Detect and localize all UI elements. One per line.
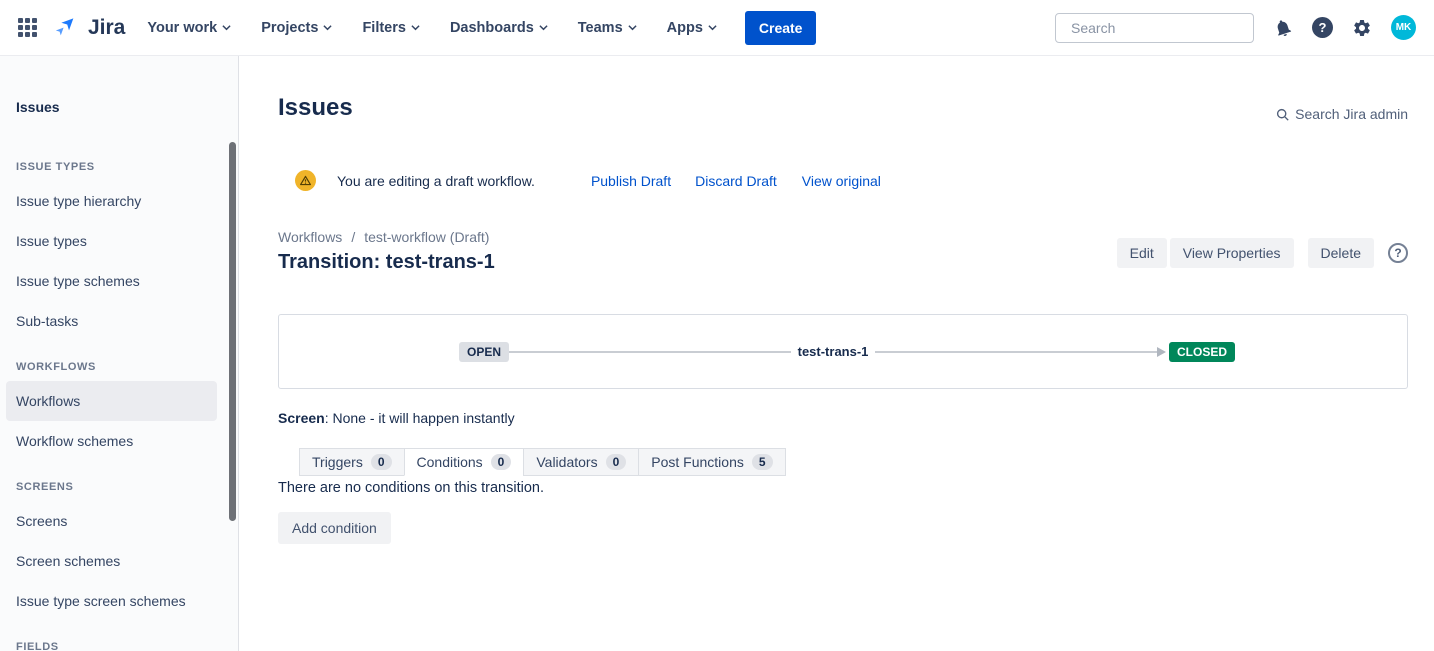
main-content: Issues Search Jira admin You are editing…: [239, 56, 1434, 651]
sidebar-item-issue-type-schemes[interactable]: Issue type schemes: [0, 261, 217, 301]
warning-icon: [295, 170, 316, 191]
jira-logo-text: Jira: [88, 16, 125, 40]
chevron-down-icon: [411, 23, 420, 32]
search-jira-admin-link[interactable]: Search Jira admin: [1276, 106, 1408, 122]
sidebar-item-screens[interactable]: Screens: [0, 501, 217, 541]
screen-info-value: : None - it will happen instantly: [325, 410, 515, 426]
chevron-down-icon: [539, 23, 548, 32]
publish-draft-link[interactable]: Publish Draft: [591, 173, 671, 189]
jira-logo[interactable]: ➤➤ Jira: [56, 15, 125, 41]
top-nav: ➤➤ Jira Your work Projects Filters Dashb…: [0, 0, 1434, 56]
nav-item-teams[interactable]: Teams: [578, 20, 637, 36]
sidebar-section-screens: SCREENS: [16, 481, 238, 493]
chevron-down-icon: [708, 23, 717, 32]
sidebar-item-issue-type-hierarchy[interactable]: Issue type hierarchy: [0, 181, 217, 221]
discard-draft-link[interactable]: Discard Draft: [695, 173, 777, 189]
transition-line: [509, 351, 791, 353]
create-button[interactable]: Create: [745, 11, 817, 45]
tab-triggers[interactable]: Triggers 0: [299, 448, 405, 476]
screen-info: Screen: None - it will happen instantly: [278, 410, 1408, 426]
search-icon: [1276, 108, 1289, 121]
nav-item-label: Dashboards: [450, 20, 534, 36]
tab-post-functions[interactable]: Post Functions 5: [638, 448, 785, 476]
view-original-link[interactable]: View original: [802, 173, 881, 189]
search-jira-admin-label: Search Jira admin: [1295, 106, 1408, 122]
help-icon[interactable]: ?: [1388, 243, 1408, 263]
arrow-head-icon: [1157, 347, 1166, 357]
sidebar-section-workflows: WORKFLOWS: [16, 361, 238, 373]
settings-gear-icon[interactable]: [1352, 18, 1372, 38]
tab-count-badge: 0: [491, 454, 512, 470]
sidebar-scrollbar[interactable]: [229, 142, 236, 521]
sidebar-item-workflow-schemes[interactable]: Workflow schemes: [0, 421, 217, 461]
add-condition-button[interactable]: Add condition: [278, 512, 391, 544]
sidebar-item-workflows[interactable]: Workflows: [6, 381, 217, 421]
transition-actions: Edit View Properties Delete ?: [1117, 238, 1408, 268]
sidebar-section-issue-types: ISSUE TYPES: [16, 161, 238, 173]
sidebar-section-fields: FIELDS: [16, 641, 238, 651]
view-properties-button[interactable]: View Properties: [1170, 238, 1294, 268]
draft-banner-message: You are editing a draft workflow.: [337, 173, 535, 189]
app-switcher-icon[interactable]: [18, 18, 37, 37]
screen-info-label: Screen: [278, 410, 325, 426]
tab-count-badge: 0: [606, 454, 627, 470]
breadcrumb-workflows-link[interactable]: Workflows: [278, 229, 342, 245]
tab-label: Conditions: [417, 454, 483, 470]
tab-label: Validators: [536, 454, 597, 470]
draft-workflow-banner: You are editing a draft workflow. Publis…: [278, 170, 1408, 191]
breadcrumb-separator: /: [351, 229, 355, 245]
help-glyph: ?: [1312, 17, 1333, 38]
primary-nav: Your work Projects Filters Dashboards Te…: [147, 20, 717, 36]
tab-count-badge: 0: [371, 454, 392, 470]
edit-button[interactable]: Edit: [1117, 238, 1167, 268]
status-open-lozenge: OPEN: [459, 342, 509, 362]
nav-item-label: Filters: [362, 20, 406, 36]
transition-name-label: test-trans-1: [798, 344, 869, 359]
transition-title: Transition: test-trans-1: [278, 251, 495, 274]
tab-label: Triggers: [312, 454, 363, 470]
tab-count-badge: 5: [752, 454, 773, 470]
tab-validators[interactable]: Validators 0: [523, 448, 639, 476]
nav-item-label: Projects: [261, 20, 318, 36]
nav-item-your-work[interactable]: Your work: [147, 20, 231, 36]
chevron-down-icon: [222, 23, 231, 32]
tab-conditions[interactable]: Conditions 0: [404, 448, 525, 476]
delete-button[interactable]: Delete: [1308, 238, 1374, 268]
no-conditions-message: There are no conditions on this transiti…: [278, 480, 1408, 496]
jira-logo-icon: ➤➤: [56, 15, 82, 41]
nav-item-projects[interactable]: Projects: [261, 20, 332, 36]
notifications-icon[interactable]: [1273, 18, 1293, 38]
chevron-down-icon: [628, 23, 637, 32]
admin-sidebar: Issues ISSUE TYPES Issue type hierarchy …: [0, 56, 239, 651]
sidebar-item-sub-tasks[interactable]: Sub-tasks: [0, 301, 217, 341]
status-closed-lozenge: CLOSED: [1169, 342, 1235, 362]
transition-line: [875, 351, 1157, 353]
help-icon[interactable]: ?: [1312, 17, 1333, 38]
global-search-input[interactable]: [1071, 20, 1252, 36]
transition-diagram: OPEN test-trans-1 CLOSED: [278, 314, 1408, 389]
nav-item-label: Your work: [147, 20, 217, 36]
sidebar-item-issue-type-screen-schemes[interactable]: Issue type screen schemes: [0, 581, 217, 621]
sidebar-item-issue-types[interactable]: Issue types: [0, 221, 217, 261]
nav-item-label: Teams: [578, 20, 623, 36]
breadcrumb-current: test-workflow (Draft): [364, 229, 489, 245]
transition-tabs: Triggers 0 Conditions 0 Validators 0 Pos…: [299, 448, 1408, 476]
nav-item-dashboards[interactable]: Dashboards: [450, 20, 548, 36]
page-title: Issues: [278, 94, 353, 122]
sidebar-title: Issues: [16, 99, 238, 115]
nav-item-label: Apps: [667, 20, 703, 36]
chevron-down-icon: [323, 23, 332, 32]
avatar[interactable]: MK: [1391, 15, 1416, 40]
global-search[interactable]: [1055, 13, 1254, 43]
nav-item-apps[interactable]: Apps: [667, 20, 717, 36]
sidebar-item-screen-schemes[interactable]: Screen schemes: [0, 541, 217, 581]
nav-item-filters[interactable]: Filters: [362, 20, 420, 36]
tab-label: Post Functions: [651, 454, 744, 470]
